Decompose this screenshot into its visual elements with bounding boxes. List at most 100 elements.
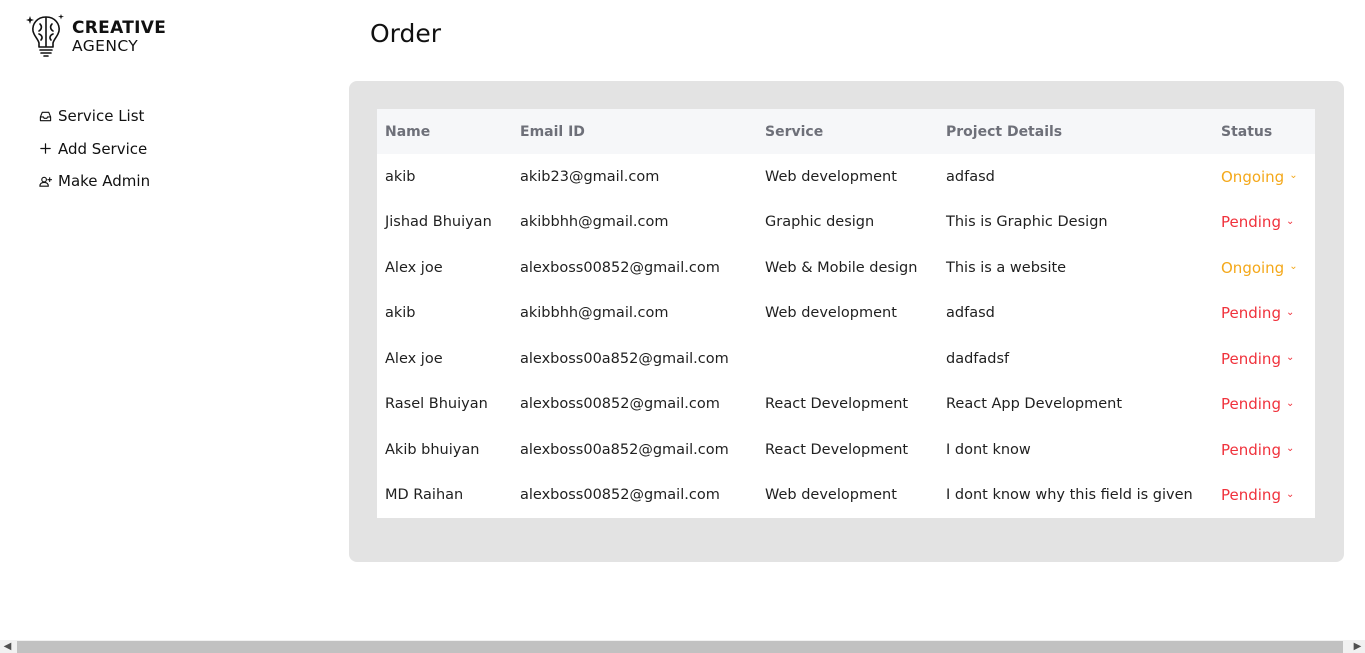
cell-service: React Development <box>765 396 909 413</box>
inbox-icon <box>38 109 52 123</box>
cell-service: React Development <box>765 441 909 458</box>
cell-project-details: adfasd <box>946 305 995 322</box>
cell-service: Graphic design <box>765 214 875 231</box>
cell-name: Alex joe <box>385 259 443 276</box>
table-header-row: Name Email ID Service Project Details St… <box>377 109 1315 154</box>
cell-name: Rasel Bhuiyan <box>385 396 488 413</box>
cell-name: Akib bhuiyan <box>385 441 480 458</box>
cell-email: alexboss00a852@gmail.com <box>520 441 729 458</box>
sidebar-item-label: Service List <box>58 107 145 126</box>
chevron-down-icon: ⌄ <box>1285 306 1295 318</box>
cell-status: Pending ⌄ <box>1213 200 1315 246</box>
cell-project-details: I dont know <box>946 441 1031 458</box>
status-dropdown[interactable]: Pending ⌄ <box>1221 350 1294 368</box>
status-dropdown[interactable]: Ongoing ⌄ <box>1221 168 1298 186</box>
page-title: Order <box>370 19 442 48</box>
scroll-left-icon[interactable]: ◀ <box>0 640 15 653</box>
cell-email: akibbhh@gmail.com <box>520 305 669 322</box>
table-row: akib akib23@gmail.com Web development ad… <box>377 154 1315 200</box>
cell-service: Web & Mobile design <box>765 259 918 276</box>
table-row: Akib bhuiyan alexboss00a852@gmail.com Re… <box>377 427 1315 473</box>
table-row: Alex joe alexboss00a852@gmail.com dadfad… <box>377 336 1315 382</box>
column-header-service: Service <box>765 123 824 140</box>
cell-name: Alex joe <box>385 350 443 367</box>
cell-service <box>757 336 938 382</box>
table-row: MD Raihan alexboss00852@gmail.com Web de… <box>377 473 1315 519</box>
cell-status: Pending ⌄ <box>1213 427 1315 473</box>
chevron-down-icon: ⌄ <box>1285 443 1295 455</box>
sidebar-item-add-service[interactable]: Add Service <box>38 133 150 166</box>
status-label: Pending <box>1221 486 1281 505</box>
cell-name: akib <box>385 168 416 185</box>
plus-icon <box>38 142 52 156</box>
scrollbar-thumb[interactable] <box>17 641 1343 653</box>
chevron-down-icon: ⌄ <box>1285 488 1295 500</box>
user-plus-icon <box>38 174 52 188</box>
cell-name: MD Raihan <box>385 487 464 504</box>
status-label: Pending <box>1221 349 1281 368</box>
cell-service: Web development <box>765 305 897 322</box>
brain-bulb-icon <box>26 12 66 62</box>
status-label: Ongoing <box>1221 167 1285 186</box>
cell-project-details: This is Graphic Design <box>946 214 1108 231</box>
column-header-name: Name <box>385 123 431 140</box>
brand-logo[interactable]: CREATIVE AGENCY <box>26 12 166 62</box>
cell-status: Pending ⌄ <box>1213 291 1315 337</box>
status-label: Pending <box>1221 304 1281 323</box>
brand-name-line2: AGENCY <box>72 37 139 55</box>
cell-status: Pending ⌄ <box>1213 473 1315 519</box>
status-dropdown[interactable]: Pending ⌄ <box>1221 486 1294 504</box>
orders-table-container: Name Email ID Service Project Details St… <box>377 109 1315 518</box>
column-header-project-details: Project Details <box>946 123 1063 140</box>
cell-name: akib <box>385 305 416 322</box>
cell-email: akib23@gmail.com <box>520 168 660 185</box>
cell-status: Pending ⌄ <box>1213 382 1315 428</box>
cell-project-details: React App Development <box>946 396 1123 413</box>
chevron-down-icon: ⌄ <box>1289 170 1298 182</box>
cell-project-details: adfasd <box>946 168 995 185</box>
cell-project-details: dadfadsf <box>946 350 1010 367</box>
cell-email: alexboss00852@gmail.com <box>520 396 720 413</box>
sidebar-item-make-admin[interactable]: Make Admin <box>38 165 150 198</box>
status-label: Ongoing <box>1221 258 1285 277</box>
table-row: Jishad Bhuiyan akibbhh@gmail.com Graphic… <box>377 200 1315 246</box>
chevron-down-icon: ⌄ <box>1289 261 1298 273</box>
horizontal-scrollbar[interactable]: ◀ ▶ <box>0 640 1365 653</box>
chevron-down-icon: ⌄ <box>1285 397 1295 409</box>
status-dropdown[interactable]: Ongoing ⌄ <box>1221 259 1298 277</box>
chevron-down-icon: ⌄ <box>1285 352 1295 364</box>
status-label: Pending <box>1221 440 1281 459</box>
cell-email: alexboss00a852@gmail.com <box>520 350 729 367</box>
sidebar-item-service-list[interactable]: Service List <box>38 100 150 133</box>
cell-service: Web development <box>765 168 897 185</box>
status-dropdown[interactable]: Pending ⌄ <box>1221 441 1294 459</box>
orders-table: Name Email ID Service Project Details St… <box>377 109 1315 518</box>
cell-status: Ongoing ⌄ <box>1213 154 1315 200</box>
brand-name-line1: CREATIVE <box>72 18 167 38</box>
scroll-right-icon[interactable]: ▶ <box>1350 640 1365 653</box>
status-dropdown[interactable]: Pending ⌄ <box>1221 213 1294 231</box>
cell-email: alexboss00852@gmail.com <box>520 259 720 276</box>
cell-service: Web development <box>765 487 897 504</box>
cell-status: Ongoing ⌄ <box>1213 245 1315 291</box>
column-header-email: Email ID <box>520 123 585 140</box>
cell-status: Pending ⌄ <box>1213 336 1315 382</box>
sidebar-item-label: Make Admin <box>58 172 151 191</box>
cell-project-details: This is a website <box>946 259 1067 276</box>
cell-name: Jishad Bhuiyan <box>385 214 492 231</box>
orders-panel: Name Email ID Service Project Details St… <box>349 81 1344 562</box>
status-dropdown[interactable]: Pending ⌄ <box>1221 395 1294 413</box>
table-row: akib akibbhh@gmail.com Web development a… <box>377 291 1315 337</box>
sidebar-item-label: Add Service <box>58 139 148 158</box>
cell-email: alexboss00852@gmail.com <box>520 487 720 504</box>
column-header-status: Status <box>1221 123 1273 140</box>
table-row: Rasel Bhuiyan alexboss00852@gmail.com Re… <box>377 382 1315 428</box>
status-dropdown[interactable]: Pending ⌄ <box>1221 304 1294 322</box>
chevron-down-icon: ⌄ <box>1285 215 1295 227</box>
status-label: Pending <box>1221 395 1281 414</box>
cell-email: akibbhh@gmail.com <box>520 214 669 231</box>
cell-project-details: I dont know why this field is given <box>946 487 1193 504</box>
sidebar-nav: Service List Add Service Make Admin <box>38 100 150 198</box>
status-label: Pending <box>1221 213 1281 232</box>
table-row: Alex joe alexboss00852@gmail.com Web & M… <box>377 245 1315 291</box>
